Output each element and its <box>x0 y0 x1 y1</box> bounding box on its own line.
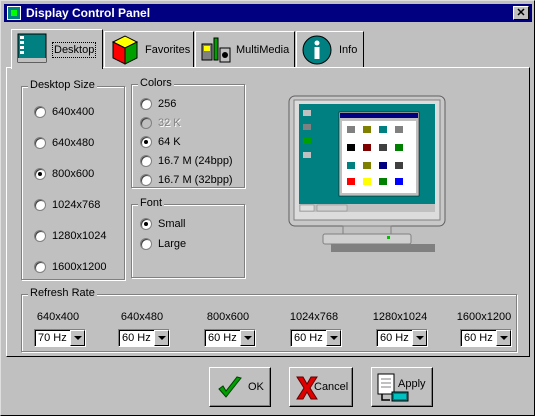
radio-button[interactable] <box>140 98 152 110</box>
refresh-rate-value: 70 Hz <box>38 332 67 344</box>
radio-button[interactable] <box>140 136 152 148</box>
display-app-icon <box>7 6 21 20</box>
chevron-down-icon[interactable] <box>496 330 511 346</box>
radio-label: 16.7 M (32bpp) <box>158 174 233 186</box>
font-legend: Font <box>138 197 165 209</box>
radio-label: 640x480 <box>52 137 95 149</box>
multimedia-icon <box>201 37 231 63</box>
chevron-down-icon[interactable] <box>326 330 341 346</box>
refresh-rate-legend: Refresh Rate <box>28 287 97 299</box>
radio-label: Large <box>158 238 187 250</box>
radio-button[interactable] <box>140 238 152 250</box>
refresh-rate-value: 60 Hz <box>208 332 237 344</box>
radio-button[interactable] <box>34 199 46 211</box>
radio-label: 800x600 <box>52 168 95 180</box>
refresh-rate-select[interactable]: 70 Hz <box>34 329 86 347</box>
close-button[interactable]: ✕ <box>513 6 529 20</box>
refresh-rate-select[interactable]: 60 Hz <box>118 329 170 347</box>
tab-info[interactable]: Info <box>296 31 364 67</box>
monitor-preview-icon <box>288 95 446 252</box>
colors-legend: Colors <box>138 77 174 89</box>
resolution-label: 1280x1024 <box>372 311 428 323</box>
desktop-icon <box>17 33 47 63</box>
resolution-label: 640x400 <box>36 311 80 323</box>
radio-label: 1280x1024 <box>52 230 107 242</box>
radio-button[interactable] <box>140 174 152 186</box>
window-title: Display Control Panel <box>26 6 151 20</box>
desktop-size-group: Desktop Size 640x400 640x480 800x600 102… <box>21 79 125 280</box>
radio-label: 1024x768 <box>52 199 101 211</box>
tab-desktop[interactable]: Desktop <box>11 29 103 69</box>
title-bar[interactable]: Display Control Panel ✕ <box>4 4 532 22</box>
chevron-down-icon[interactable] <box>154 330 169 346</box>
tab-label: Desktop <box>51 42 97 58</box>
radio-label: Small <box>158 218 186 230</box>
ok-button-label: OK <box>248 381 264 393</box>
refresh-rate-select[interactable]: 60 Hz <box>376 329 428 347</box>
refresh-rate-select[interactable]: 60 Hz <box>204 329 256 347</box>
tab-favorites[interactable]: Favorites <box>104 31 194 67</box>
refresh-rate-select[interactable]: 60 Hz <box>460 329 512 347</box>
apply-button-label: Apply <box>398 378 426 390</box>
radio-button[interactable] <box>34 106 46 118</box>
radio-label: 1600x1200 <box>52 261 107 273</box>
info-icon <box>302 35 332 65</box>
apply-button[interactable]: Apply <box>371 367 433 407</box>
ok-button[interactable]: OK <box>209 367 271 407</box>
chevron-down-icon[interactable] <box>70 330 85 346</box>
refresh-rate-select[interactable]: 60 Hz <box>290 329 342 347</box>
desktop-size-legend: Desktop Size <box>28 79 97 91</box>
refresh-rate-value: 60 Hz <box>122 332 151 344</box>
radio-label: 16.7 M (24bpp) <box>158 155 233 167</box>
radio-button[interactable] <box>34 168 46 180</box>
tab-label: Favorites <box>145 44 191 56</box>
radio-label: 640x400 <box>52 106 95 118</box>
radio-label: 256 <box>158 98 177 110</box>
chevron-down-icon[interactable] <box>412 330 427 346</box>
checkmark-icon <box>218 376 242 398</box>
cancel-button-label: Cancel <box>314 381 349 393</box>
refresh-rate-value: 60 Hz <box>294 332 323 344</box>
chevron-down-icon[interactable] <box>240 330 255 346</box>
desktop-tab-panel: Desktop Size 640x400 640x480 800x600 102… <box>6 67 530 357</box>
tab-label: Info <box>339 44 358 56</box>
radio-button[interactable] <box>140 218 152 230</box>
cancel-button[interactable]: Cancel <box>289 367 353 407</box>
refresh-rate-group: Refresh Rate 640x400 70 Hz 640x480 60 Hz… <box>21 287 517 352</box>
radio-button[interactable] <box>34 137 46 149</box>
radio-button[interactable] <box>34 230 46 242</box>
resolution-label: 1600x1200 <box>456 311 512 323</box>
resolution-label: 640x480 <box>120 311 164 323</box>
radio-label: 64 K <box>158 136 181 148</box>
colors-group: Colors 256 32 K 64 K 16.7 M (24bpp) 16.7… <box>131 77 245 188</box>
radio-button[interactable] <box>34 261 46 273</box>
resolution-label: 1024x768 <box>289 311 339 323</box>
refresh-rate-value: 60 Hz <box>464 332 493 344</box>
radio-button <box>140 117 152 129</box>
display-control-panel-window: Display Control Panel ✕ Desktop Favorite… <box>0 0 535 416</box>
refresh-rate-value: 60 Hz <box>380 332 409 344</box>
tab-label: MultiMedia <box>236 44 290 56</box>
radio-button[interactable] <box>140 155 152 167</box>
font-group: Font Small Large <box>131 197 245 278</box>
tab-multimedia[interactable]: MultiMedia <box>195 31 295 67</box>
radio-label: 32 K <box>158 117 181 129</box>
resolution-label: 800x600 <box>206 311 250 323</box>
favorites-cube-icon <box>111 35 139 65</box>
